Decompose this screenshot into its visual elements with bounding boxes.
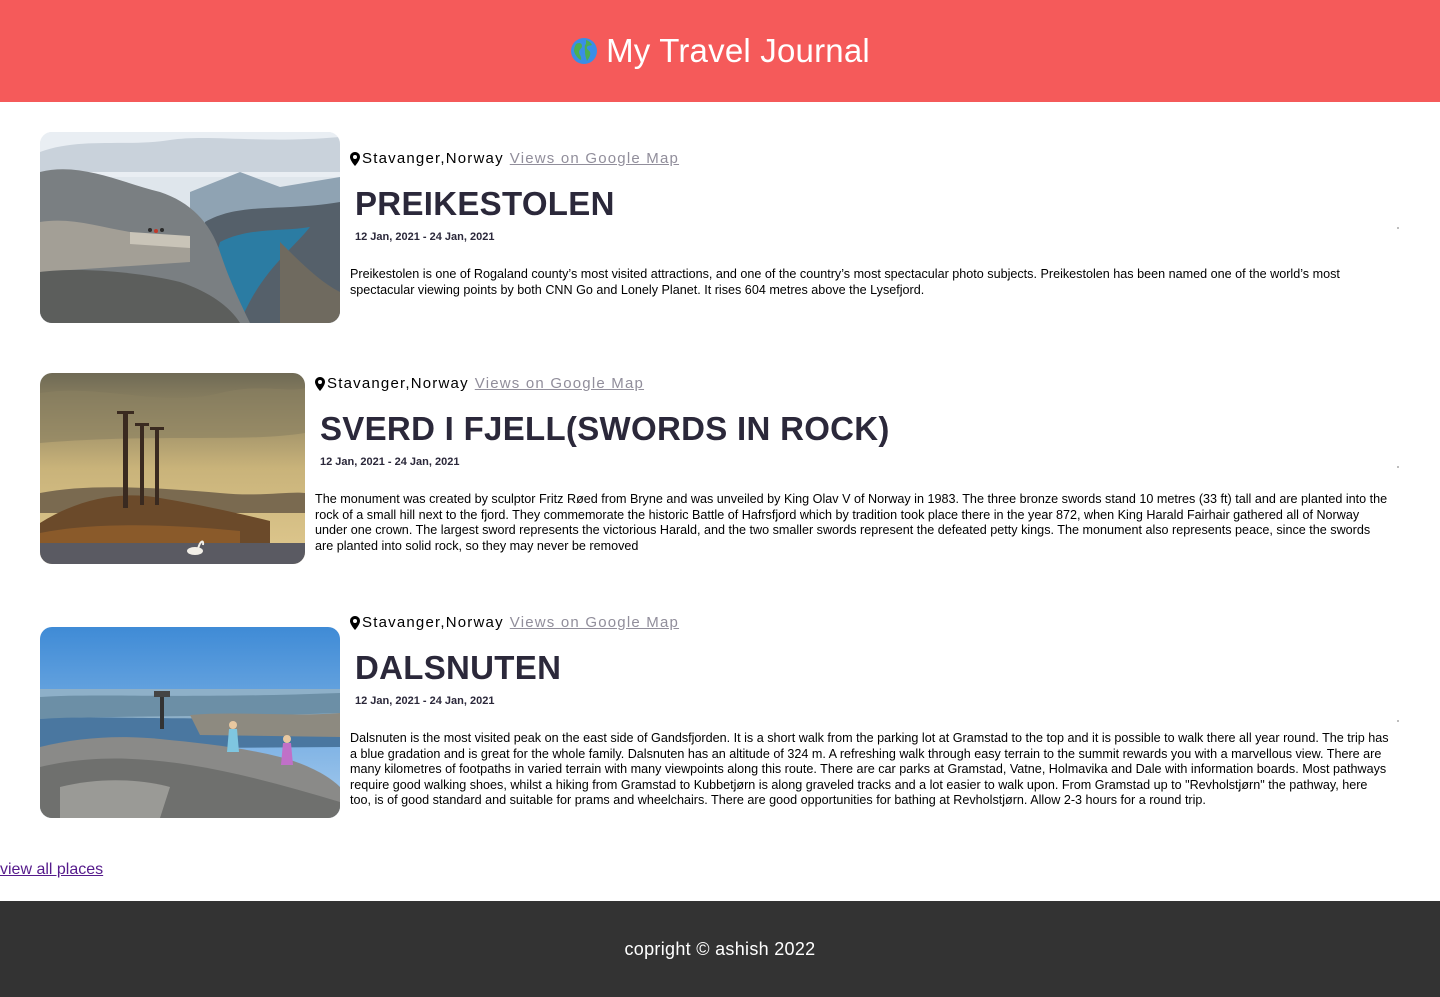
view-all-places-link[interactable]: view all places (0, 861, 103, 879)
journal-entries: Stavanger,Norway Views on Google Map PRE… (0, 102, 1440, 818)
entry-description: The monument was created by sculptor Fri… (315, 492, 1388, 553)
location-line: Stavanger,Norway Views on Google Map (350, 614, 1390, 631)
globe-icon (570, 37, 598, 65)
header-brand: My Travel Journal (570, 32, 870, 70)
entry-content: Stavanger,Norway Views on Google Map SVE… (315, 375, 1390, 554)
separator-dot (1397, 227, 1399, 229)
location-line: Stavanger,Norway Views on Google Map (350, 150, 1390, 167)
page-title: My Travel Journal (606, 32, 870, 69)
entry-location: Stavanger,Norway (362, 614, 504, 631)
location-pin-icon (315, 376, 325, 391)
entry-photo (40, 373, 305, 564)
google-map-link[interactable]: Views on Google Map (510, 150, 679, 167)
location-pin-icon (350, 151, 360, 166)
journal-entry: Stavanger,Norway Views on Google Map SVE… (40, 373, 1400, 564)
entry-content: Stavanger,Norway Views on Google Map DAL… (350, 614, 1390, 809)
location-pin-icon (350, 615, 360, 630)
footer-copyright: copright © ashish 2022 (624, 938, 816, 959)
page-header: My Travel Journal (0, 0, 1440, 102)
separator-dot (1397, 466, 1399, 468)
google-map-link[interactable]: Views on Google Map (510, 614, 679, 631)
entry-title: DALSNUTEN (355, 649, 562, 686)
page-footer: copright © ashish 2022 (0, 901, 1440, 997)
entry-dates: 12 Jan, 2021 - 24 Jan, 2021 (355, 231, 495, 243)
google-map-link[interactable]: Views on Google Map (475, 375, 644, 392)
entry-description: Preikestolen is one of Rogaland county’s… (350, 267, 1340, 297)
separator-dot (1397, 720, 1399, 722)
journal-entry: Stavanger,Norway Views on Google Map PRE… (40, 132, 1400, 323)
entry-dates: 12 Jan, 2021 - 24 Jan, 2021 (355, 695, 495, 707)
entry-dates: 12 Jan, 2021 - 24 Jan, 2021 (320, 456, 460, 468)
journal-entry: Stavanger,Norway Views on Google Map DAL… (40, 614, 1400, 818)
entry-content: Stavanger,Norway Views on Google Map PRE… (350, 150, 1390, 298)
entry-description: Dalsnuten is the most visited peak on th… (350, 731, 1389, 808)
entry-title: PREIKESTOLEN (355, 185, 615, 222)
location-line: Stavanger,Norway Views on Google Map (315, 375, 1390, 392)
entry-location: Stavanger,Norway (362, 150, 504, 167)
entry-photo (40, 627, 340, 818)
entry-photo (40, 132, 340, 323)
entry-location: Stavanger,Norway (327, 375, 469, 392)
entry-title: SVERD I FJELL(SWORDS IN ROCK) (320, 410, 890, 447)
